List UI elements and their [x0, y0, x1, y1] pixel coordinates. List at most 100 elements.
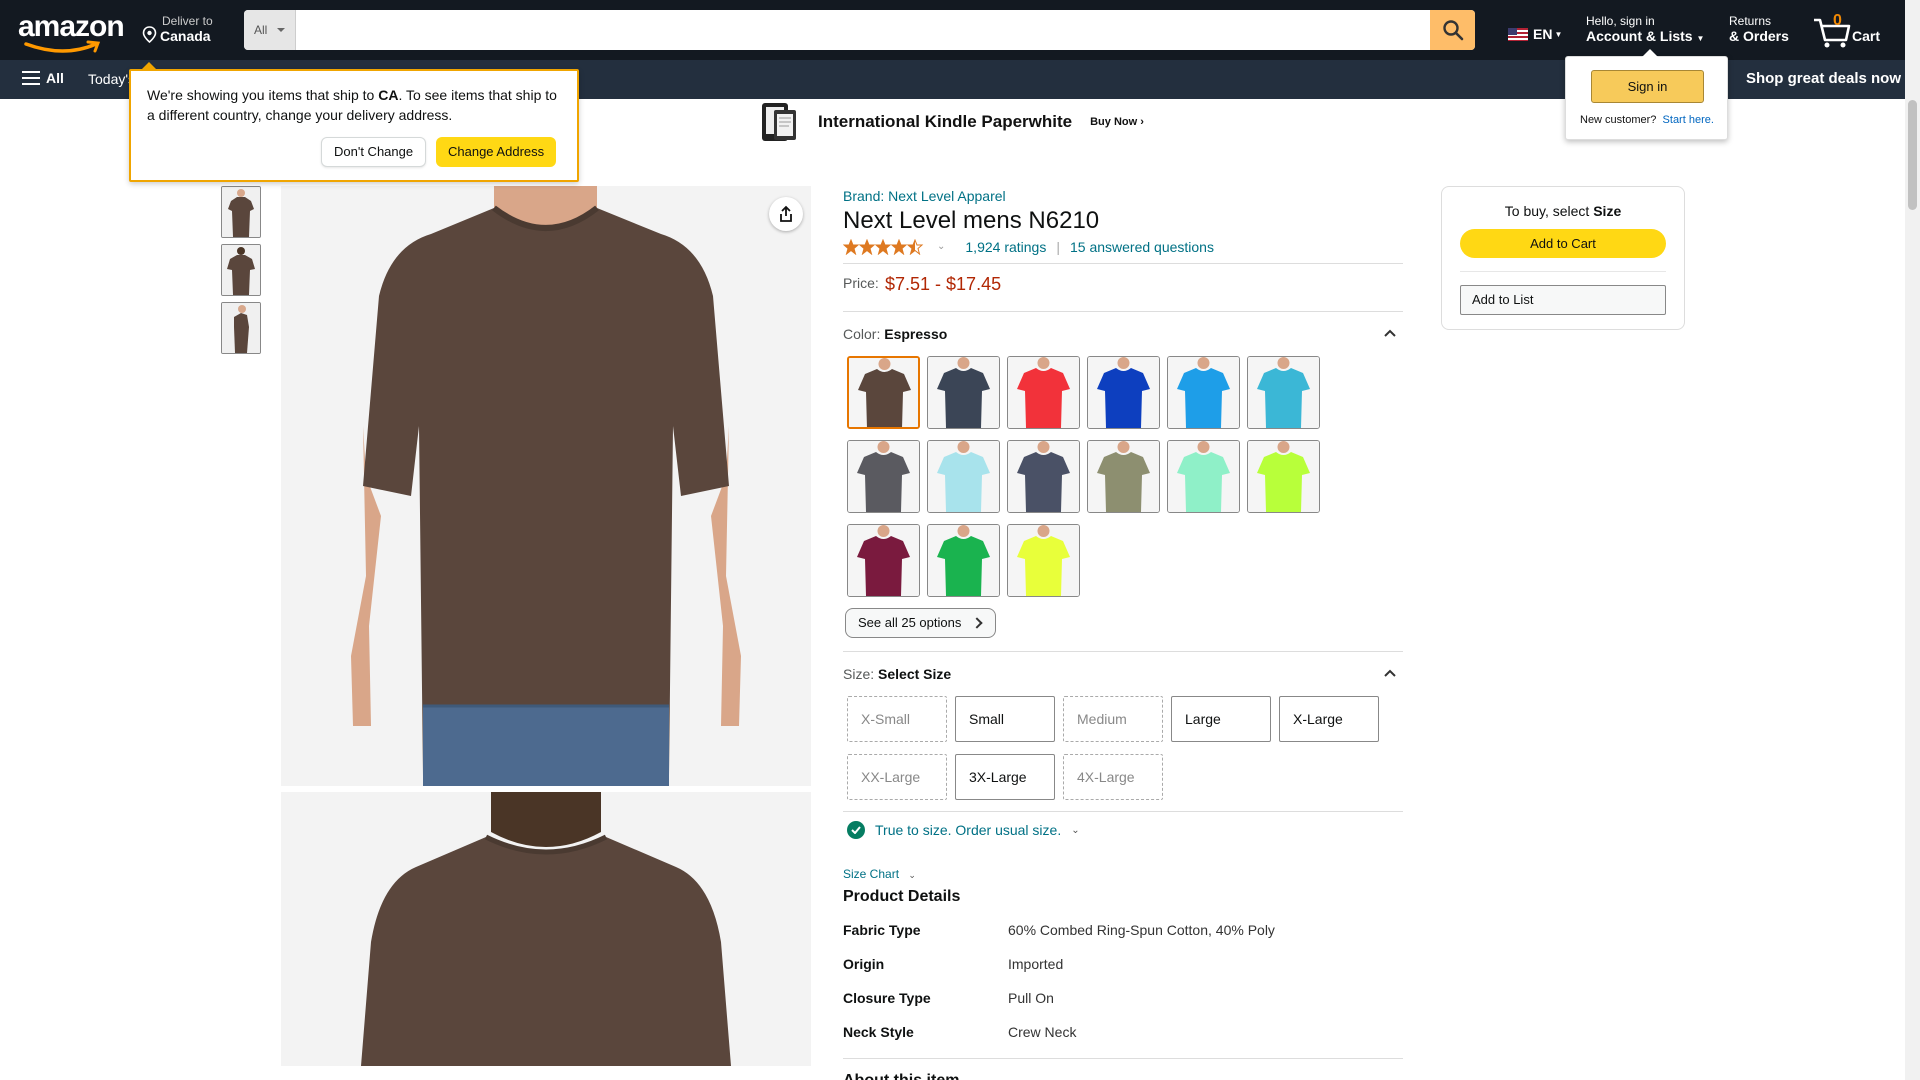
popover-country: CA [378, 87, 399, 103]
color-swatch[interactable] [927, 356, 1000, 429]
chevron-up-icon[interactable] [1384, 329, 1396, 337]
cart-button[interactable]: 0 Cart [1812, 10, 1882, 50]
color-swatch[interactable] [1007, 524, 1080, 597]
detail-key: Fabric Type [843, 922, 921, 938]
dont-change-button[interactable]: Don't Change [321, 137, 427, 167]
brand-link[interactable]: Brand: Next Level Apparel [843, 188, 1006, 204]
detail-key: Closure Type [843, 990, 931, 1006]
language-selector[interactable]: EN ▼ [1508, 26, 1562, 42]
detail-value: Pull On [1008, 990, 1054, 1006]
scrollbar-thumb[interactable] [1908, 100, 1917, 210]
change-address-button[interactable]: Change Address [436, 137, 557, 167]
deliver-to[interactable]: Deliver to Canada [142, 14, 213, 44]
size-option[interactable]: XX-Large [847, 754, 947, 800]
add-to-list-button[interactable]: Add to List [1460, 285, 1666, 315]
size-option[interactable]: 4X-Large [1063, 754, 1163, 800]
product-details-title: Product Details [843, 888, 961, 905]
banner-cta[interactable]: Buy Now › [1090, 116, 1144, 128]
all-menu-button[interactable]: All [22, 70, 64, 86]
swatch-shirt-image [1168, 357, 1239, 428]
color-swatch[interactable] [1007, 440, 1080, 513]
start-here-link[interactable]: Start here. [1663, 114, 1714, 126]
chevron-up-icon[interactable] [1384, 669, 1396, 677]
color-swatch[interactable] [927, 440, 1000, 513]
see-all-label: See all 25 options [858, 615, 962, 630]
search-category-dropdown[interactable]: All [244, 10, 296, 50]
divider [1460, 271, 1666, 272]
swatch-shirt-image [1088, 441, 1159, 512]
cart-count: 0 [1833, 12, 1842, 29]
thumbnail-back[interactable] [221, 244, 261, 296]
size-option[interactable]: Medium [1063, 696, 1163, 742]
buybox-select-size: Size [1593, 203, 1622, 219]
caret-down-icon: ▼ [1554, 29, 1563, 39]
color-swatch[interactable] [847, 440, 920, 513]
color-swatch[interactable] [1247, 356, 1320, 429]
color-label-row: Color: Espresso [843, 326, 947, 342]
answered-questions-link[interactable]: 15 answered questions [1070, 239, 1214, 255]
banner-title: International Kindle Paperwhite [818, 112, 1073, 131]
color-swatch[interactable] [1007, 356, 1080, 429]
share-icon [780, 205, 792, 222]
detail-value: Crew Neck [1008, 1024, 1077, 1040]
ratings-count-link[interactable]: 1,924 ratings [965, 239, 1046, 255]
size-value: Select Size [878, 666, 952, 682]
search-category-label: All [254, 23, 268, 37]
detail-key: Origin [843, 956, 885, 972]
signin-button[interactable]: Sign in [1591, 70, 1704, 103]
new-customer-label: New customer? [1580, 114, 1657, 126]
size-chart-link[interactable]: Size Chart ⌄ [843, 867, 916, 881]
color-swatch[interactable] [927, 524, 1000, 597]
second-product-image[interactable] [281, 792, 811, 1066]
detail-value: 60% Combed Ring-Spun Cotton, 40% Poly [1008, 922, 1275, 938]
divider [843, 311, 1403, 312]
color-swatch[interactable] [847, 356, 920, 429]
search-input[interactable] [296, 10, 1430, 50]
orders-label: & Orders [1729, 28, 1789, 44]
share-button[interactable] [769, 197, 803, 231]
kindle-banner[interactable]: International Kindle Paperwhite Buy Now … [760, 101, 1144, 143]
thumbnail-side[interactable] [221, 302, 261, 354]
smile-arrow-icon [24, 40, 101, 53]
us-flag-icon [1508, 27, 1528, 41]
detail-value: Imported [1008, 956, 1064, 972]
swatch-shirt-image [849, 358, 918, 427]
color-swatch[interactable] [1087, 356, 1160, 429]
chevron-right-icon [971, 617, 984, 629]
add-to-cart-button[interactable]: Add to Cart [1460, 229, 1666, 258]
size-option[interactable]: Large [1171, 696, 1271, 742]
hamburger-icon [22, 71, 40, 85]
scrollbar[interactable] [1905, 0, 1920, 1080]
fit-text: True to size. Order usual size. [875, 822, 1062, 838]
amazon-logo[interactable]: amazon [18, 12, 125, 53]
search-button[interactable] [1430, 10, 1475, 50]
thumbnail-image [222, 187, 260, 237]
size-option[interactable]: Small [955, 696, 1055, 742]
location-pin-icon [142, 26, 157, 43]
thumbnail-front[interactable] [221, 186, 261, 238]
account-lists[interactable]: Hello, sign in Account & Lists ▼ [1586, 14, 1704, 44]
returns-orders[interactable]: Returns & Orders [1729, 14, 1789, 44]
stars-icon [843, 239, 923, 255]
star-rating[interactable]: ⌄ [843, 239, 945, 255]
color-swatch[interactable] [1167, 440, 1240, 513]
color-swatch[interactable] [1087, 440, 1160, 513]
color-swatch[interactable] [1247, 440, 1320, 513]
price-range: $7.51 - $17.45 [885, 274, 1002, 294]
size-option[interactable]: X-Small [847, 696, 947, 742]
thumbnail-image [222, 303, 260, 353]
swatch-shirt-image [1168, 441, 1239, 512]
price-label: Price: [843, 275, 879, 291]
swatch-shirt-image [1088, 357, 1159, 428]
swatch-shirt-image [1248, 441, 1319, 512]
main-product-image[interactable] [281, 186, 811, 786]
size-option[interactable]: X-Large [1279, 696, 1379, 742]
fit-indicator[interactable]: True to size. Order usual size. ⌄ [847, 821, 1080, 839]
color-swatch[interactable] [1167, 356, 1240, 429]
swatch-shirt-image [1008, 357, 1079, 428]
see-all-options-button[interactable]: See all 25 options [845, 608, 997, 638]
chevron-down-icon: ⌄ [1071, 824, 1080, 836]
nav-shop-deals[interactable]: Shop great deals now [1746, 70, 1901, 87]
size-option[interactable]: 3X-Large [955, 754, 1055, 800]
color-swatch[interactable] [847, 524, 920, 597]
